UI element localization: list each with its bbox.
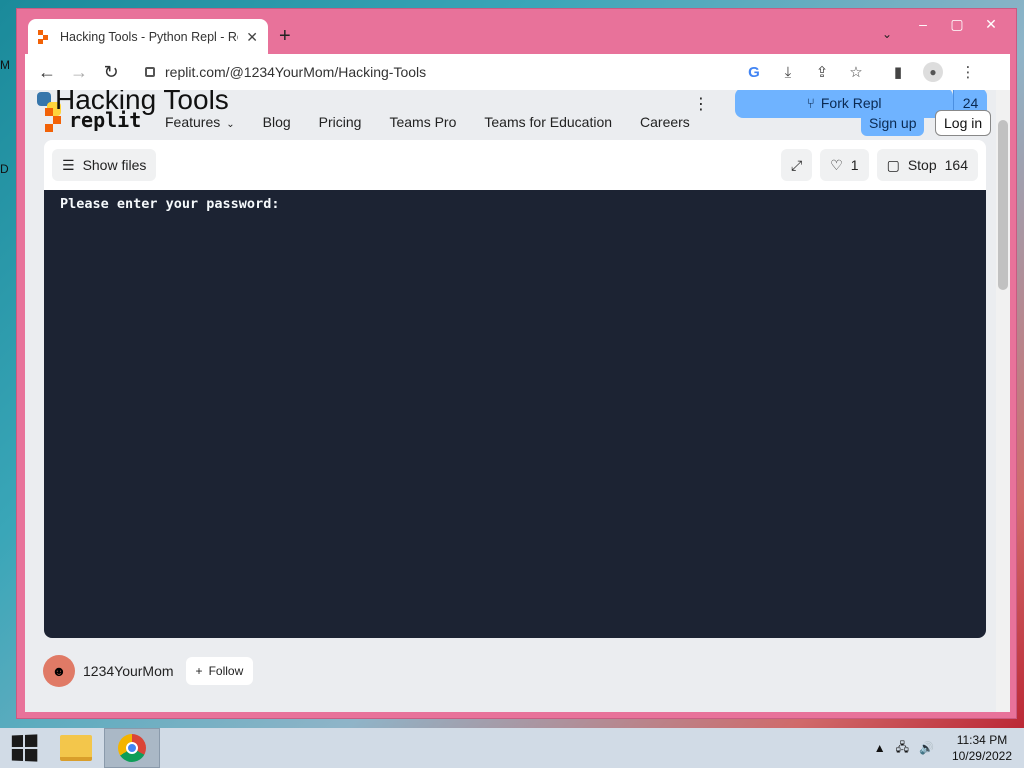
page-viewport: Hacking Tools ⋮ ⑂ Fork Repl 24 replit Fe… xyxy=(25,90,1010,712)
replit-mark-icon xyxy=(45,108,65,132)
share-icon[interactable]: ⇪ xyxy=(813,63,831,81)
nav-features[interactable]: Features ⌄ xyxy=(165,114,235,130)
nav-teams-education[interactable]: Teams for Education xyxy=(484,114,612,130)
back-icon[interactable]: ← xyxy=(31,56,63,88)
folder-icon xyxy=(60,735,92,761)
tray-overflow-icon[interactable]: ▲ xyxy=(874,741,886,755)
author-name[interactable]: 1234YourMom xyxy=(83,663,174,679)
close-window-button[interactable]: ✕ xyxy=(974,13,1008,35)
profile-icon[interactable]: ● xyxy=(923,62,943,82)
repl-toolbar: ☰ Show files ⤢ ♡ 1 ▢ Stop 164 xyxy=(44,140,986,190)
address-bar[interactable]: replit.com/@1234YourMom/Hacking-Tools G … xyxy=(135,57,875,87)
like-count: 1 xyxy=(850,157,859,173)
replit-favicon-icon xyxy=(38,30,52,44)
follow-button[interactable]: + Follow xyxy=(185,657,254,685)
browser-toolbar: ← → ↻ replit.com/@1234YourMom/Hacking-To… xyxy=(25,54,1010,90)
expand-icon: ⤢ xyxy=(791,156,803,173)
console-line: Please enter your password: xyxy=(60,196,280,212)
start-button[interactable] xyxy=(0,728,48,768)
google-lens-icon[interactable]: G xyxy=(745,64,763,81)
heart-icon: ♡ xyxy=(830,156,843,173)
run-count: 164 xyxy=(944,157,968,173)
files-icon: ☰ xyxy=(62,156,75,173)
stop-button[interactable]: ▢ Stop 164 xyxy=(876,149,978,181)
expand-button[interactable]: ⤢ xyxy=(781,149,813,181)
taskbar-file-explorer[interactable] xyxy=(48,728,104,768)
site-nav: Features ⌄ Blog Pricing Teams Pro Teams f… xyxy=(165,114,690,130)
console-output[interactable]: Please enter your password: xyxy=(44,190,986,638)
forward-icon[interactable]: → xyxy=(63,56,95,88)
replit-wordmark: replit xyxy=(69,108,142,132)
reload-icon[interactable]: ↻ xyxy=(95,56,127,88)
maximize-button[interactable]: ▢ xyxy=(940,13,974,35)
like-button[interactable]: ♡ 1 xyxy=(820,149,869,181)
system-tray: ▲ 🖧 🔊 11:34 PM 10/29/2022 xyxy=(874,732,1024,764)
page-scrollbar[interactable] xyxy=(996,90,1010,712)
lock-icon[interactable] xyxy=(145,67,155,77)
log-in-button[interactable]: Log in xyxy=(935,110,992,136)
desktop-icon-label[interactable]: M xyxy=(0,58,10,72)
window-controls: ‒ ▢ ✕ xyxy=(906,13,1008,35)
show-files-button[interactable]: ☰ Show files xyxy=(52,149,157,181)
url-text[interactable]: replit.com/@1234YourMom/Hacking-Tools xyxy=(165,64,426,80)
browser-window: ‒ ▢ ✕ Hacking Tools - Python Repl - Re ✕… xyxy=(16,8,1017,719)
windows-logo-icon xyxy=(11,734,38,762)
taskbar-chrome[interactable] xyxy=(104,728,160,768)
plus-icon: + xyxy=(195,664,203,678)
author-section: ☻ 1234YourMom + Follow xyxy=(43,655,254,687)
tab-title: Hacking Tools - Python Repl - Re xyxy=(60,30,239,44)
install-icon[interactable]: ⤓ xyxy=(779,64,797,81)
side-panel-icon[interactable]: ▮ xyxy=(889,63,907,81)
replit-logo[interactable]: replit xyxy=(45,108,141,132)
author-avatar[interactable]: ☻ xyxy=(43,655,75,687)
stop-label: Stop xyxy=(907,157,937,173)
minimize-button[interactable]: ‒ xyxy=(906,13,940,35)
nav-pricing[interactable]: Pricing xyxy=(319,114,362,130)
nav-blog[interactable]: Blog xyxy=(263,114,291,130)
scrollbar-thumb[interactable] xyxy=(998,120,1008,290)
volume-icon[interactable]: 🔊 xyxy=(919,741,934,755)
clock[interactable]: 11:34 PM 10/29/2022 xyxy=(952,732,1012,764)
tab-search-icon[interactable]: ⌄ xyxy=(882,27,892,41)
bookmark-star-icon[interactable]: ☆ xyxy=(847,63,865,81)
fork-icon: ⑂ xyxy=(806,95,815,111)
taskbar: ▲ 🖧 🔊 11:34 PM 10/29/2022 xyxy=(0,728,1024,768)
nav-teams-pro[interactable]: Teams Pro xyxy=(389,114,456,130)
browser-menu-icon[interactable]: ⋮ xyxy=(959,63,977,81)
close-tab-icon[interactable]: ✕ xyxy=(246,29,258,46)
new-tab-button[interactable]: + xyxy=(279,25,291,48)
stop-icon: ▢ xyxy=(886,156,900,173)
follow-label: Follow xyxy=(208,664,244,678)
nav-careers[interactable]: Careers xyxy=(640,114,690,130)
clock-time: 11:34 PM xyxy=(956,733,1008,747)
show-files-label: Show files xyxy=(82,157,147,173)
desktop-icon-label[interactable]: D xyxy=(0,162,10,176)
more-options-icon[interactable]: ⋮ xyxy=(693,94,709,114)
browser-tab[interactable]: Hacking Tools - Python Repl - Re ✕ xyxy=(28,19,268,55)
network-icon[interactable]: 🖧 xyxy=(896,738,909,759)
fork-label: Fork Repl xyxy=(820,95,882,111)
sign-up-button[interactable]: Sign up xyxy=(861,110,925,136)
clock-date: 10/29/2022 xyxy=(951,749,1012,763)
chevron-down-icon: ⌄ xyxy=(226,119,235,130)
chrome-icon xyxy=(118,734,146,762)
